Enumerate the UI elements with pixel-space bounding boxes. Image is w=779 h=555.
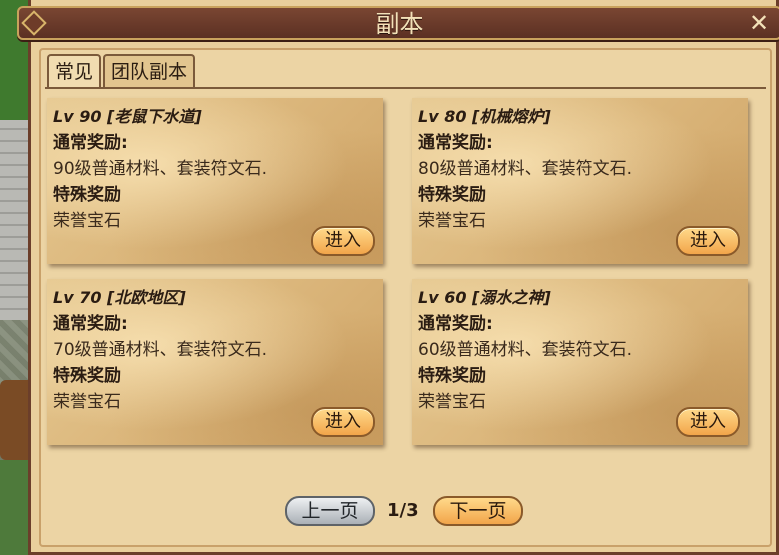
enter-button[interactable]: 进入 xyxy=(311,407,375,437)
tab-divider xyxy=(45,87,766,89)
enter-button[interactable]: 进入 xyxy=(676,226,740,256)
special-reward-label: 特殊奖励 xyxy=(418,185,486,205)
dungeon-card: Lv 70 [北欧地区] 通常奖励: 70级普通材料、套装符文石. 特殊奖励 荣… xyxy=(47,279,383,445)
special-reward-label: 特殊奖励 xyxy=(53,185,121,205)
dungeon-card: Lv 80 [机械熔炉] 通常奖励: 80级普通材料、套装符文石. 特殊奖励 荣… xyxy=(412,98,748,264)
dungeon-name: [机械熔炉] xyxy=(472,107,551,126)
dungeon-level: Lv 80 xyxy=(418,107,467,126)
special-reward-label: 特殊奖励 xyxy=(418,366,486,386)
pagination: 上一页 1/3 下一页 xyxy=(41,496,770,528)
normal-reward-value: 70级普通材料、套装符文石. xyxy=(53,340,268,360)
close-icon[interactable]: ✕ xyxy=(746,10,772,36)
normal-reward-label: 通常奖励: xyxy=(418,314,493,334)
dungeon-name: [北欧地区] xyxy=(107,288,186,307)
normal-reward-label: 通常奖励: xyxy=(418,133,493,153)
normal-reward-label: 通常奖励: xyxy=(53,133,128,153)
dungeon-title: Lv 60 [溺水之神] xyxy=(418,285,742,311)
dungeon-title: Lv 70 [北欧地区] xyxy=(53,285,377,311)
page-indicator: 1/3 xyxy=(387,500,419,521)
dungeon-name: [溺水之神] xyxy=(472,288,551,307)
dungeon-card: Lv 90 [老鼠下水道] 通常奖励: 90级普通材料、套装符文石. 特殊奖励 … xyxy=(47,98,383,264)
dungeon-level: Lv 70 xyxy=(53,288,102,307)
normal-reward-value: 60级普通材料、套装符文石. xyxy=(418,340,633,360)
tab-bar: 常见 团队副本 xyxy=(47,54,196,88)
tab-common[interactable]: 常见 xyxy=(47,54,102,88)
dungeon-name: [老鼠下水道] xyxy=(107,107,202,126)
window-title: 副本 xyxy=(375,10,424,38)
title-bar[interactable]: 副本 ✕ xyxy=(17,6,779,40)
dungeon-card: Lv 60 [溺水之神] 通常奖励: 60级普通材料、套装符文石. 特殊奖励 荣… xyxy=(412,279,748,445)
prev-page-button[interactable]: 上一页 xyxy=(285,496,375,526)
normal-reward-value: 80级普通材料、套装符文石. xyxy=(418,159,633,179)
enter-button[interactable]: 进入 xyxy=(311,226,375,256)
dungeon-window: 副本 ✕ 常见 团队副本 Lv 90 [老鼠下水道] 通常奖励: 90级普通材料… xyxy=(17,0,779,555)
tab-team-dungeon[interactable]: 团队副本 xyxy=(103,54,196,88)
dungeon-level: Lv 90 xyxy=(53,107,102,126)
next-page-button[interactable]: 下一页 xyxy=(433,496,523,526)
dungeon-level: Lv 60 xyxy=(418,288,467,307)
special-reward-label: 特殊奖励 xyxy=(53,366,121,386)
content-panel: 常见 团队副本 Lv 90 [老鼠下水道] 通常奖励: 90级普通材料、套装符文… xyxy=(39,48,772,547)
normal-reward-label: 通常奖励: xyxy=(53,314,128,334)
enter-button[interactable]: 进入 xyxy=(676,407,740,437)
dungeon-title: Lv 80 [机械熔炉] xyxy=(418,104,742,130)
normal-reward-value: 90级普通材料、套装符文石. xyxy=(53,159,268,179)
dungeon-title: Lv 90 [老鼠下水道] xyxy=(53,104,377,130)
